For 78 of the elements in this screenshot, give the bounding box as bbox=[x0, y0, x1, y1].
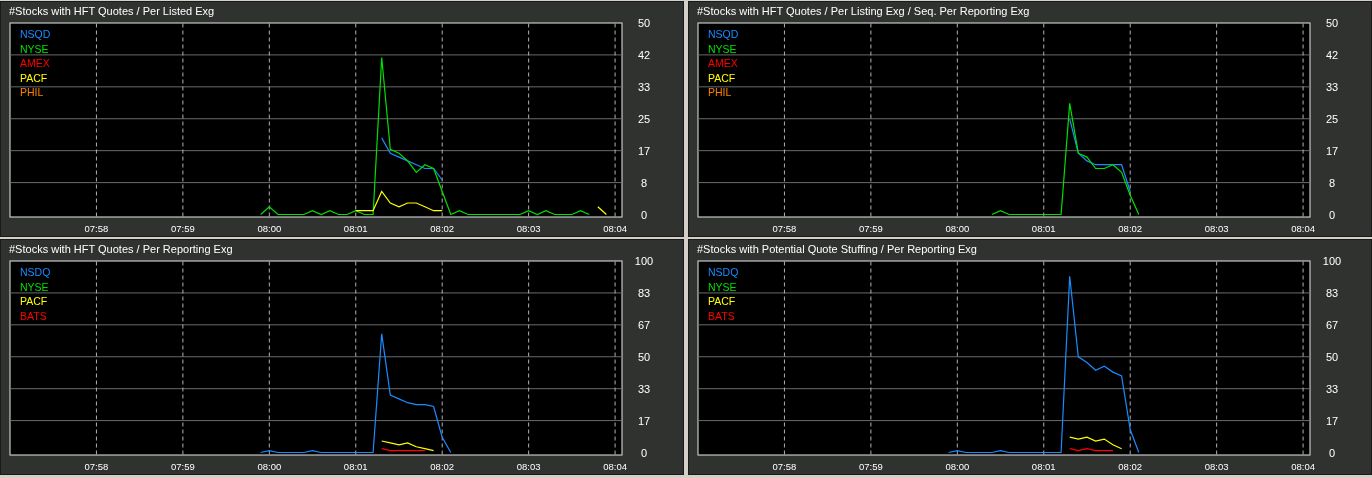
legend-label: PHIL bbox=[708, 86, 732, 98]
chart-title: #Stocks with HFT Quotes / Per Listing Exg / Seq. Per Reporting Exg bbox=[696, 4, 1031, 16]
legend-label: PHIL bbox=[20, 86, 44, 98]
y-tick-label: 8 bbox=[1328, 176, 1336, 189]
x-tick-label: 07:59 bbox=[859, 223, 883, 234]
x-tick-label: 07:58 bbox=[84, 223, 109, 234]
x-tick-label: 08:00 bbox=[257, 461, 282, 472]
x-tick-label: 08:01 bbox=[343, 461, 368, 472]
x-tick-label: 08:01 bbox=[1031, 461, 1056, 472]
legend-label: PACF bbox=[708, 71, 736, 84]
legend-label: NSDQ bbox=[708, 266, 739, 278]
x-tick-label: 08:00 bbox=[945, 461, 970, 472]
legend-label: PACF bbox=[20, 295, 48, 307]
x-tick-label: 08:03 bbox=[1204, 461, 1229, 472]
y-tick-label: 17 bbox=[637, 144, 651, 157]
y-tick-label: 0 bbox=[640, 446, 648, 459]
x-tick-label: 08:02 bbox=[430, 461, 455, 472]
x-tick-label: 08:04 bbox=[1291, 223, 1315, 234]
y-tick-label: 8 bbox=[640, 176, 648, 189]
legend-label: BATS bbox=[708, 309, 735, 322]
y-tick-label: 33 bbox=[637, 382, 651, 395]
x-tick-label: 08:02 bbox=[1118, 223, 1143, 234]
y-tick-label: 33 bbox=[1325, 80, 1339, 93]
y-tick-label: 42 bbox=[1325, 48, 1339, 61]
x-tick-label: 08:02 bbox=[1118, 461, 1143, 472]
y-tick-label: 0 bbox=[1328, 446, 1336, 459]
x-tick-label: 08:00 bbox=[945, 223, 970, 234]
y-tick-label: 50 bbox=[1325, 17, 1339, 29]
legend-label: NYSE bbox=[20, 42, 49, 55]
y-tick-label: 83 bbox=[1325, 286, 1339, 299]
x-tick-label: 07:58 bbox=[84, 461, 109, 472]
legend-label: BATS bbox=[20, 309, 47, 322]
x-tick-label: 07:59 bbox=[171, 223, 195, 234]
legend-label: NYSE bbox=[20, 280, 49, 293]
y-tick-label: 17 bbox=[637, 414, 651, 427]
y-tick-label: 100 bbox=[1322, 255, 1342, 267]
legend-label: PACF bbox=[20, 71, 48, 84]
y-tick-label: 67 bbox=[1325, 318, 1339, 331]
y-tick-label: 33 bbox=[1325, 382, 1339, 395]
x-tick-label: 08:03 bbox=[1204, 223, 1229, 234]
chart-title: #Stocks with HFT Quotes / Per Reporting Exg bbox=[8, 242, 234, 254]
x-tick-label: 08:02 bbox=[430, 223, 455, 234]
y-tick-label: 50 bbox=[637, 350, 651, 363]
legend-label: PACF bbox=[708, 295, 736, 307]
x-tick-label: 07:59 bbox=[859, 461, 883, 472]
x-tick-label: 07:58 bbox=[772, 223, 797, 234]
legend-label: NYSE bbox=[708, 42, 737, 55]
y-tick-label: 42 bbox=[637, 48, 651, 61]
y-tick-label: 33 bbox=[637, 80, 651, 93]
y-tick-label: 25 bbox=[637, 112, 651, 125]
legend-label: NSQD bbox=[708, 28, 739, 40]
y-tick-label: 0 bbox=[640, 208, 648, 221]
chart-title: #Stocks with HFT Quotes / Per Listed Exg bbox=[8, 4, 216, 16]
legend-label: NSDQ bbox=[20, 266, 51, 278]
y-tick-label: 25 bbox=[1325, 112, 1339, 125]
x-tick-label: 08:04 bbox=[603, 223, 627, 234]
legend-label: AMEX bbox=[708, 57, 738, 69]
y-tick-label: 50 bbox=[1325, 350, 1339, 363]
legend-label: AMEX bbox=[20, 57, 50, 69]
y-tick-label: 83 bbox=[637, 286, 651, 299]
legend-label: NSQD bbox=[20, 28, 51, 40]
x-tick-label: 08:04 bbox=[603, 461, 627, 472]
x-tick-label: 07:58 bbox=[772, 461, 797, 472]
y-tick-label: 67 bbox=[637, 318, 651, 331]
x-tick-label: 07:59 bbox=[171, 461, 195, 472]
x-tick-label: 08:04 bbox=[1291, 461, 1315, 472]
x-tick-label: 08:01 bbox=[1031, 223, 1056, 234]
y-tick-label: 100 bbox=[634, 255, 654, 267]
chart-title: #Stocks with Potential Quote Stuffing / Per Reporting Exg bbox=[696, 242, 978, 254]
y-tick-label: 0 bbox=[1328, 208, 1336, 221]
legend-label: NYSE bbox=[708, 280, 737, 293]
y-tick-label: 17 bbox=[1325, 414, 1339, 427]
x-tick-label: 08:03 bbox=[516, 461, 541, 472]
x-tick-label: 08:00 bbox=[257, 223, 282, 234]
x-tick-label: 08:01 bbox=[343, 223, 368, 234]
y-tick-label: 50 bbox=[637, 17, 651, 29]
y-tick-label: 17 bbox=[1325, 144, 1339, 157]
x-tick-label: 08:03 bbox=[516, 223, 541, 234]
